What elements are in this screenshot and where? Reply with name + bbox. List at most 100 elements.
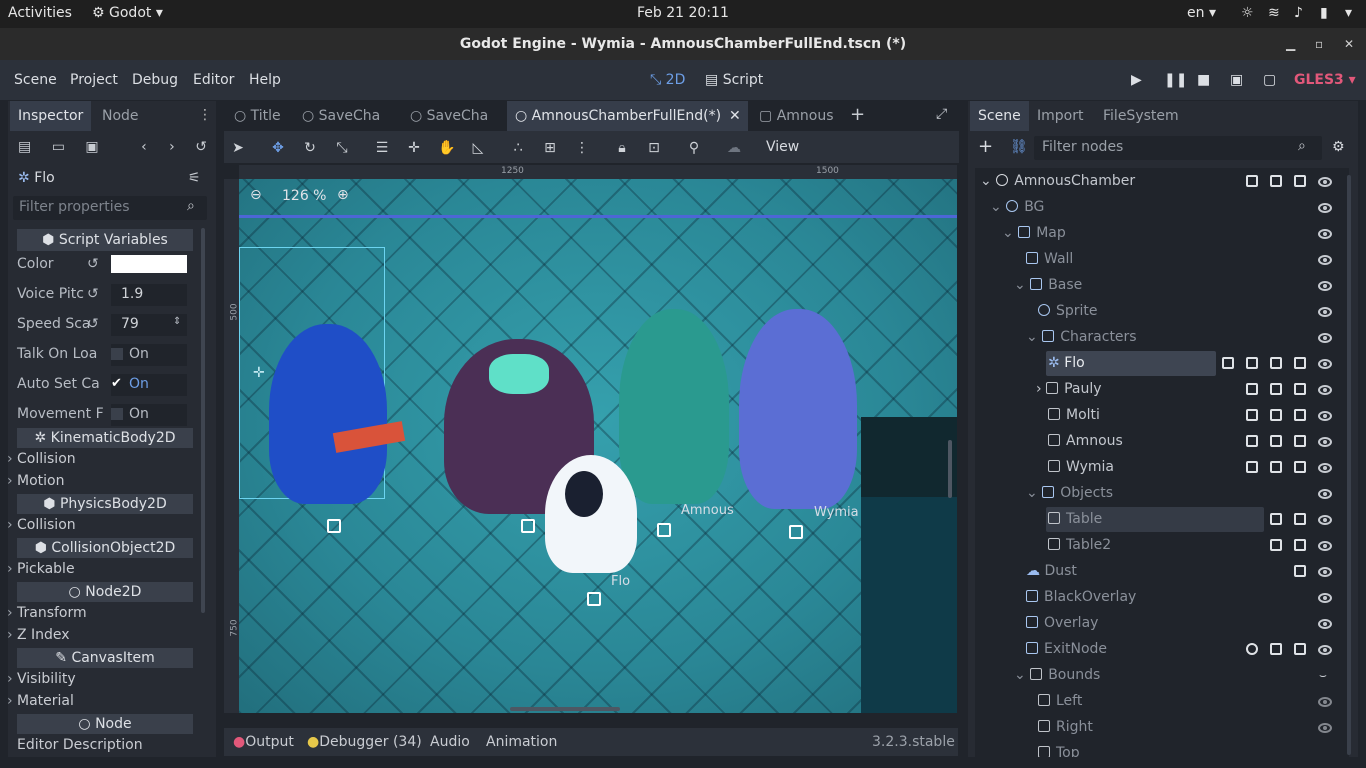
script-icon[interactable] [1270, 383, 1282, 395]
tab-inspector[interactable]: Inspector [10, 101, 92, 131]
game-viewport[interactable]: Amnous Wymia Flo ✛ [239, 179, 957, 713]
clapboard-icon[interactable] [1246, 461, 1258, 473]
tree-node-pauly[interactable]: › Pauly [1036, 376, 1102, 402]
tree-node-exitnode[interactable]: ExitNode [1026, 636, 1107, 662]
smart-snap-icon[interactable]: ∴ [510, 140, 526, 156]
node-gizmo-icon[interactable] [789, 525, 803, 539]
tree-node-overlay[interactable]: Overlay [1026, 610, 1098, 636]
play-icon[interactable]: ▶ [1131, 72, 1142, 88]
scene-instance-icon[interactable] [1294, 435, 1306, 447]
clapboard-icon[interactable] [1246, 435, 1258, 447]
menu-debug[interactable]: Debug [132, 72, 178, 88]
color-swatch[interactable] [111, 255, 187, 273]
open-resource-icon[interactable]: ▭ [52, 139, 65, 155]
zoom-in-icon[interactable]: ⊕ [337, 187, 349, 203]
clapboard-icon[interactable] [1270, 643, 1282, 655]
inspector-scrollbar[interactable] [201, 228, 205, 613]
node-gizmo-icon[interactable] [327, 519, 341, 533]
tree-node-top[interactable]: Top [1038, 740, 1080, 757]
script-icon[interactable] [1270, 409, 1282, 421]
tree-node-base[interactable]: ⌄ Base [1014, 272, 1082, 298]
menu-editor[interactable]: Editor [193, 72, 234, 88]
visibility-eye-icon[interactable] [1318, 281, 1332, 291]
category-transform[interactable]: Transform [7, 605, 87, 621]
tree-node-left[interactable]: Left [1038, 688, 1082, 714]
inspector-menu-icon[interactable]: ⋮ [198, 107, 212, 123]
lock-icon[interactable]: 🔒︎ [614, 140, 630, 156]
section-canvasitem[interactable]: ✎ CanvasItem [17, 648, 193, 668]
hidden-eye-icon[interactable]: ⌣ [1319, 668, 1327, 683]
script-icon[interactable] [1270, 461, 1282, 473]
category-pickable[interactable]: Pickable [7, 561, 74, 577]
viewport-vscroll[interactable] [948, 440, 952, 498]
add-node-icon[interactable]: + [978, 136, 993, 157]
visibility-eye-icon[interactable] [1318, 307, 1332, 317]
talk-on-load-checkbox[interactable]: On [111, 344, 187, 366]
tab-scene-savecha-1[interactable]: ○ SaveCha [294, 101, 388, 131]
tab-filesystem[interactable]: FileSystem [1095, 101, 1187, 131]
scene-instance-icon[interactable] [1294, 539, 1306, 551]
visibility-eye-icon[interactable] [1318, 463, 1332, 473]
bone-icon[interactable]: ⚲ [686, 140, 702, 156]
instance-scene-icon[interactable]: ⛓ [1010, 139, 1028, 155]
visibility-eye-icon[interactable] [1318, 515, 1332, 525]
audio-tab[interactable]: Audio [430, 734, 470, 750]
debugger-tab[interactable]: ●Debugger (34) [307, 734, 422, 750]
node-gizmo-icon[interactable] [521, 519, 535, 533]
tree-node-blackoverlay[interactable]: BlackOverlay [1026, 584, 1136, 610]
zoom-out-icon[interactable]: ⊖ [250, 187, 262, 203]
close-window-icon[interactable]: ✕ [1344, 28, 1354, 60]
clapboard-icon[interactable] [1246, 409, 1258, 421]
visibility-eye-icon[interactable] [1318, 359, 1332, 369]
tree-node-characters[interactable]: ⌄ Characters [1026, 324, 1137, 350]
history-forward-icon[interactable]: › [169, 139, 175, 155]
new-resource-icon[interactable]: ▤ [18, 139, 31, 155]
visibility-eye-icon[interactable] [1318, 593, 1332, 603]
script-icon[interactable] [1294, 175, 1306, 187]
tree-node-table2[interactable]: Table2 [1048, 532, 1111, 558]
tree-node-map[interactable]: ⌄ Map [1002, 220, 1066, 246]
pause-icon[interactable]: ❚❚ [1164, 72, 1187, 88]
node-gizmo-icon[interactable] [1246, 175, 1258, 187]
category-z-index[interactable]: Z Index [7, 627, 70, 643]
view-menu[interactable]: View [766, 139, 799, 155]
tab-scene-amnous[interactable]: ▢ Amnous [751, 101, 842, 131]
filter-properties-input[interactable]: Filter properties ⌕ [13, 196, 207, 220]
section-node[interactable]: ○ Node [17, 714, 193, 734]
revert-icon[interactable]: ↺ [87, 256, 99, 272]
clock[interactable]: Feb 21 20:11 [637, 5, 729, 21]
visibility-eye-icon[interactable] [1318, 437, 1332, 447]
visibility-eye-icon[interactable] [1318, 229, 1332, 239]
clapboard-icon[interactable] [1246, 357, 1258, 369]
viewport-hscroll[interactable] [510, 707, 620, 711]
category-collision-2[interactable]: Collision [7, 517, 76, 533]
tab-scene-title[interactable]: ○ Title [226, 101, 289, 131]
save-resource-icon[interactable]: ▣ [85, 139, 98, 155]
visibility-eye-icon[interactable] [1318, 385, 1332, 395]
category-collision[interactable]: Collision [7, 451, 76, 467]
tree-node-bg[interactable]: ⌄ BG [990, 194, 1044, 220]
visibility-eye-icon[interactable] [1318, 619, 1332, 629]
scene-instance-icon[interactable] [1294, 513, 1306, 525]
menu-scene[interactable]: Scene [14, 72, 57, 88]
renderer-select[interactable]: GLES3 ▾ [1294, 72, 1356, 88]
grid-snap-icon[interactable]: ⊞ [542, 140, 558, 156]
script-icon[interactable] [1294, 643, 1306, 655]
activities-button[interactable]: Activities [8, 5, 72, 21]
scene-tree-options-icon[interactable]: ⚙ [1332, 139, 1345, 155]
tree-node-wymia[interactable]: Wymia [1048, 454, 1114, 480]
tree-node-table[interactable]: Table [1048, 506, 1102, 532]
visibility-eye-icon[interactable] [1318, 255, 1332, 265]
section-kinematicbody2d[interactable]: ✲ KinematicBody2D [17, 428, 193, 448]
menu-project[interactable]: Project [70, 72, 118, 88]
category-motion[interactable]: Motion [7, 473, 65, 489]
close-tab-icon[interactable]: ✕ [729, 101, 741, 131]
tree-node-dust[interactable]: ☁ Dust [1026, 558, 1077, 584]
voice-pitch-field[interactable]: 1.9 [111, 284, 187, 306]
pan-tool-icon[interactable]: ✋ [438, 140, 455, 156]
section-node2d[interactable]: ○ Node2D [17, 582, 193, 602]
filter-nodes-input[interactable]: Filter nodes ⌕ [1034, 136, 1322, 160]
move-tool-icon[interactable]: ✥ [270, 140, 286, 156]
snap-options-icon[interactable]: ⋮ [574, 140, 590, 156]
signal-icon[interactable] [1246, 643, 1258, 655]
